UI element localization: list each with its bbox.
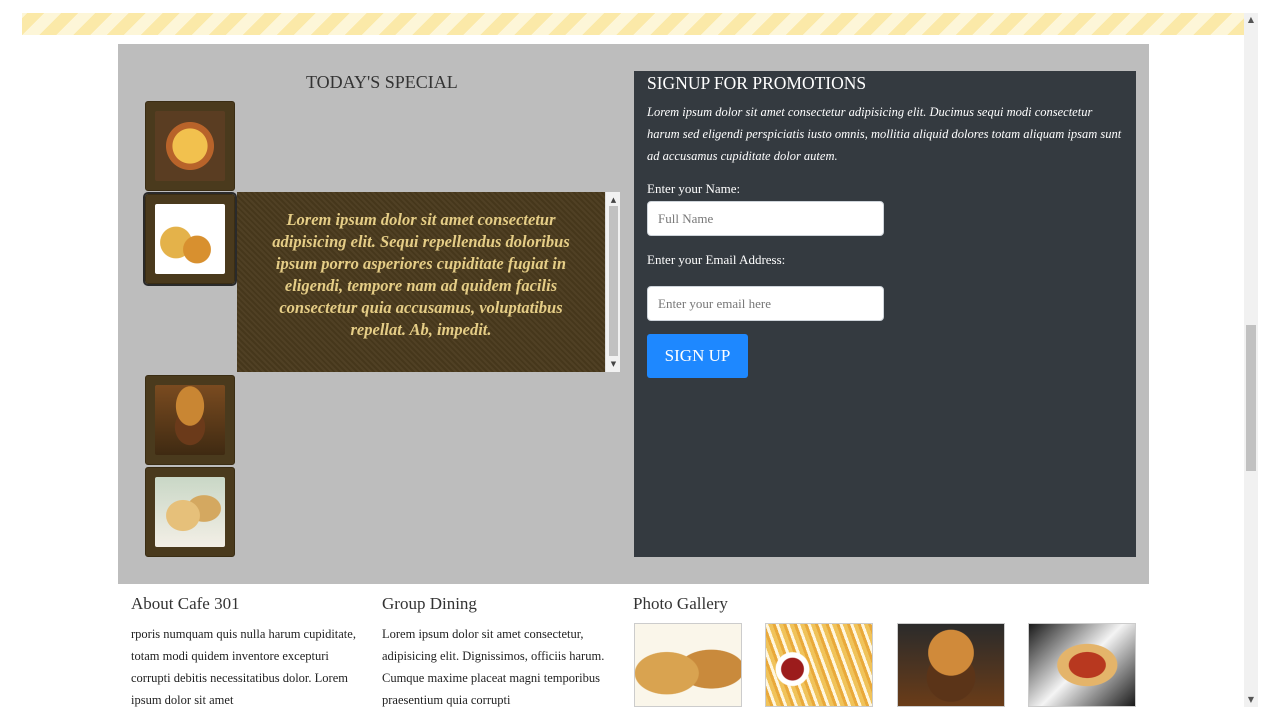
signup-panel: SIGNUP FOR PROMOTIONS Lorem ipsum dolor …	[634, 71, 1136, 557]
group-dining-heading: Group Dining	[382, 594, 477, 613]
top-banner-stripe	[22, 13, 1244, 35]
scroll-down-arrow-icon[interactable]: ▼	[1244, 693, 1258, 707]
description-scrollbar[interactable]: ▲ ▼	[605, 192, 620, 372]
special-description: Lorem ipsum dolor sit amet consectetur a…	[237, 192, 605, 372]
about-section: About Cafe 301 rporis numquam quis nulla…	[131, 594, 371, 711]
about-text: rporis numquam quis nulla harum cupidita…	[131, 627, 356, 707]
group-dining-text: Lorem ipsum dolor sit amet consectetur, …	[382, 627, 605, 707]
burger-icon	[155, 385, 225, 455]
gallery-wraps-photo[interactable]	[634, 623, 742, 707]
gallery-hotdog-photo[interactable]	[1028, 623, 1136, 707]
burger-fries-combo-icon	[155, 204, 225, 274]
gallery-fries-photo[interactable]	[765, 623, 873, 707]
page-scrollbar[interactable]: ▲ ▼	[1244, 13, 1258, 707]
photo-gallery-section: Photo Gallery	[633, 594, 833, 623]
photo-gallery-heading: Photo Gallery	[633, 594, 728, 613]
todays-special-title: TODAY'S SPECIAL	[306, 72, 458, 92]
email-field[interactable]	[647, 286, 884, 321]
group-dining-section: Group Dining Lorem ipsum dolor sit amet …	[382, 594, 622, 711]
special-thumb-burger[interactable]	[145, 375, 235, 465]
signup-button[interactable]: SIGN UP	[647, 334, 748, 378]
signup-title: SIGNUP FOR PROMOTIONS	[647, 73, 867, 93]
special-thumb-combo[interactable]	[143, 192, 237, 286]
description-scroll-down-icon[interactable]: ▼	[606, 358, 621, 370]
description-scroll-up-icon[interactable]: ▲	[606, 194, 621, 206]
about-heading: About Cafe 301	[131, 594, 240, 613]
special-thumb-wraps[interactable]	[145, 467, 235, 557]
email-field-label: Enter your Email Address:	[647, 252, 786, 267]
page-scrollbar-thumb[interactable]	[1246, 325, 1256, 471]
scroll-up-arrow-icon[interactable]: ▲	[1244, 13, 1258, 27]
pizza-icon	[155, 111, 225, 181]
signup-description: Lorem ipsum dolor sit amet consectetur a…	[647, 105, 1122, 163]
gallery-burger-photo[interactable]	[897, 623, 1005, 707]
description-scrollbar-thumb[interactable]	[609, 206, 618, 356]
wraps-icon	[155, 477, 225, 547]
name-field[interactable]	[647, 201, 884, 236]
special-thumb-pizza[interactable]	[145, 101, 235, 191]
name-field-label: Enter your Name:	[647, 181, 741, 196]
